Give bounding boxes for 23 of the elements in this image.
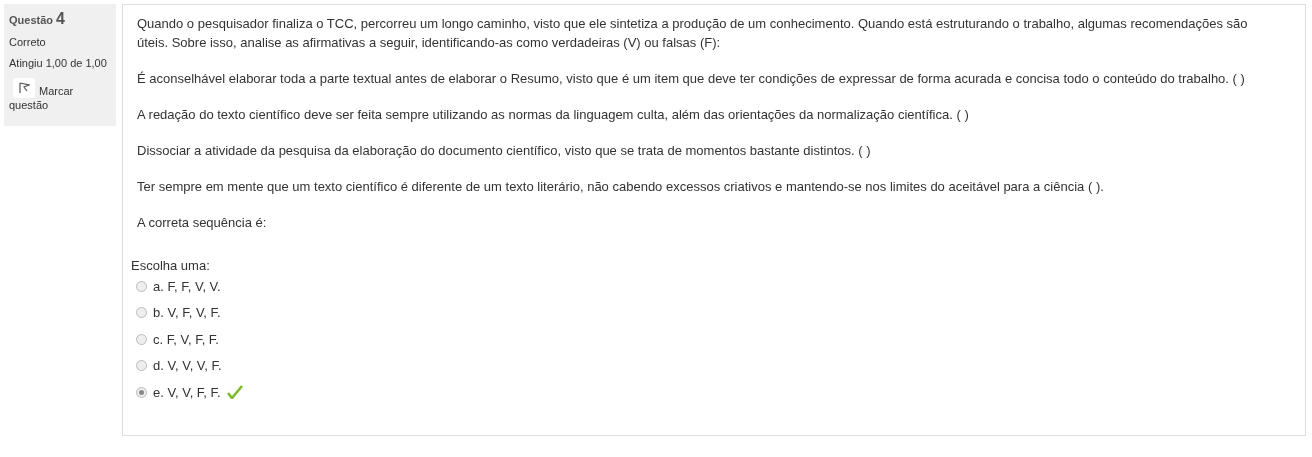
option-label[interactable]: e. V, V, F, F. bbox=[153, 384, 221, 400]
question-paragraph: Ter sempre em mente que um texto científico é diferente de um texto literário, não cabendo excessos criativos e mantendo-se nos limites do aceitável para a ciência ( ). bbox=[137, 178, 1105, 196]
radio-button[interactable] bbox=[136, 386, 147, 398]
option-label[interactable]: c. F, V, F, F. bbox=[153, 331, 219, 347]
question-paragraph: Dissociar a atividade da pesquisa da elaboração do documento científico, visto que se trata de momentos bastante distintos. ( ) bbox=[137, 142, 872, 160]
option-label[interactable]: d. V, V, V, F. bbox=[153, 358, 222, 374]
question-paragraph: A correta sequência é: bbox=[137, 214, 268, 232]
choice-prompt: Escolha uma: bbox=[131, 258, 211, 273]
option-label[interactable]: b. V, F, V, F. bbox=[153, 305, 221, 321]
radio-button[interactable] bbox=[136, 360, 147, 372]
question-label: Questão bbox=[9, 14, 53, 26]
flag-icon[interactable] bbox=[13, 78, 35, 98]
radio-button[interactable] bbox=[136, 307, 147, 319]
flag-question-link[interactable]: Marcar questão bbox=[9, 78, 111, 112]
question-paragraph: A redação do texto científico deve ser feita sempre utilizando as normas da linguagem culta, além das orientações da normalização científica. ( ) bbox=[137, 106, 970, 124]
radio-button[interactable] bbox=[136, 280, 147, 292]
option-label[interactable]: a. F, F, V, V. bbox=[153, 278, 221, 294]
status-text: Correto bbox=[9, 36, 47, 48]
grade-text: Atingiu 1,00 de 1,00 bbox=[9, 57, 108, 69]
question-paragraph: Quando o pesquisador finaliza o TCC, percorreu um longo caminho, visto que ele sintetiza a produção de um conhecimento. Quando está estruturando o trabalho, algumas recomendações são úteis. Sobre isso, analise as afirmativas a seguir, identificando-as como verdadeiras (V) ou falsas (F): bbox=[137, 15, 1249, 52]
question-paragraph: É aconselhável elaborar toda a parte textual antes de elaborar o Resumo, visto que é um item que deve ter condições de expressar de forma acurada e concisa todo o conteúdo do trabalho. ( ) bbox=[137, 70, 1246, 88]
question-number: 4 bbox=[56, 10, 65, 28]
radio-button[interactable] bbox=[136, 333, 147, 345]
